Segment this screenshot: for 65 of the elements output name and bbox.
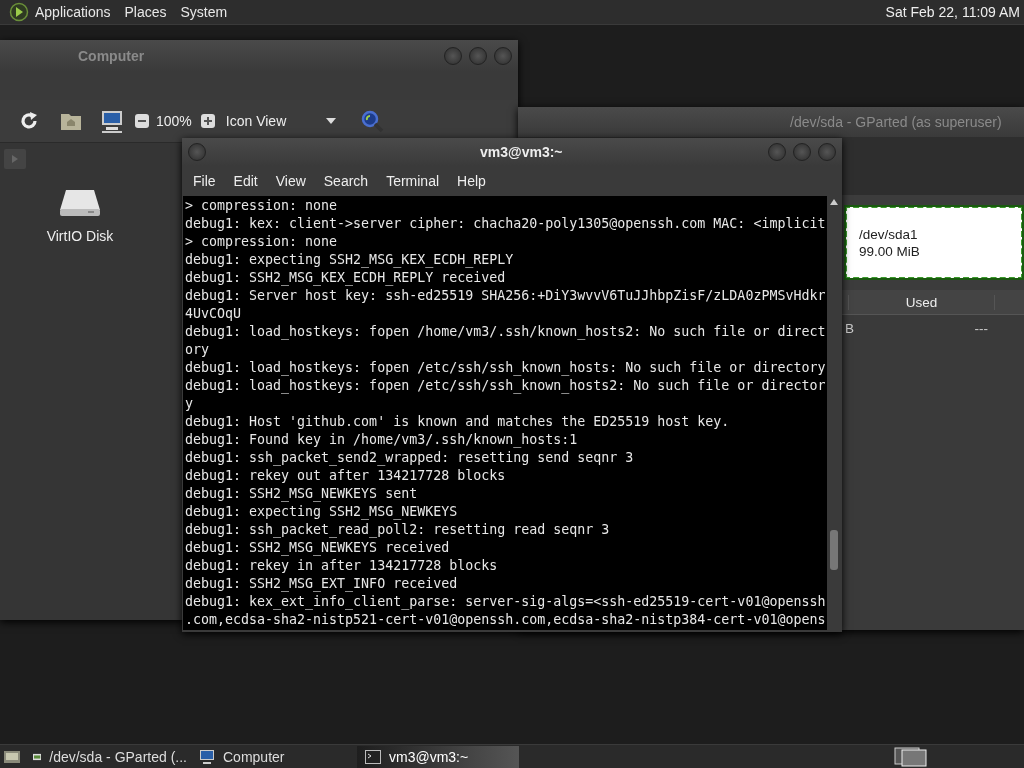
scrollbar-thumb[interactable] [830,530,838,570]
partition-size: 99.00 MiB [859,242,921,260]
logo-icon[interactable] [9,2,29,22]
terminal-line: > compression: none [185,197,339,215]
menu-item[interactable]: File [193,173,216,189]
scrollbar[interactable] [827,196,841,630]
terminal-line: debug1: Found key in /home/vm3/.ssh/known_hosts:1 [185,431,579,449]
terminal-line: debug1: SSH2_MSG_NEWKEYS sent [185,485,419,503]
panel-menu[interactable]: Places [124,4,167,20]
drive-label[interactable]: VirtIO Disk [46,228,114,244]
terminal-line: debug1: kex_ext_info_client_parse: server-sig-algs=<ssh-ed25519-cert-v01@openssh [185,593,827,611]
window-title: /dev/sda - GParted (as superuser) [790,114,1002,130]
terminal-line: debug1: rekey in after 134217728 blocks [185,557,499,575]
taskbar-item[interactable]: Computer [191,745,353,768]
partition-block[interactable]: /dev/sda1 99.00 MiB [844,205,1024,280]
terminal-line: debug1: SSH2_MSG_NEWKEYS received [185,539,451,557]
terminal-line: .com,ecdsa-sha2-nistp521-cert-v01@openssh.com,ecdsa-sha2-nistp384-cert-v01@opens [185,611,827,629]
terminal-line: debug1: Server host key: ssh-ed25519 SHA256:+DiY3wvvV6TuJJhbpZisF/zLDA0zPMSvHdkr [185,287,827,305]
window-title: Computer [78,48,145,64]
column-header[interactable]: Used [848,294,995,310]
zoom-out-icon[interactable] [134,113,150,129]
caret-icon[interactable] [325,118,336,124]
table-cell: --- [974,320,988,336]
up-arrow-icon[interactable] [830,199,838,205]
window-title: vm3@vm3:~ [480,144,563,160]
terminal-line: debug1: expecting SSH2_MSG_KEX_ECDH_REPLY [185,251,515,269]
terminal-line: debug1: expecting SSH2_MSG_NEWKEYS [185,503,459,521]
search-icon[interactable] [359,109,384,133]
view-dropdown[interactable]: Icon View [225,113,340,129]
menu-item[interactable]: Terminal [386,173,440,189]
panel-menu[interactable]: Applications [35,4,111,20]
terminal-line: debug1: ssh_packet_read_poll2: resetting read seqnr 3 [185,521,611,539]
terminal-line: debug1: load_hostkeys: fopen /home/vm3/.ssh/known_hosts2: No such file or direct [185,323,827,341]
terminal-line: debug1: rekey out after 134217728 blocks [185,467,507,485]
menu-item[interactable]: Help [457,173,486,189]
taskbar-item[interactable]: vm3@vm3:~ [357,745,519,768]
computer-icon[interactable] [100,109,124,133]
panel-menu[interactable]: System [180,4,228,20]
terminal-line: debug1: load_hostkeys: fopen /etc/ssh/ssh_known_hosts: No such file or directory [185,359,827,377]
terminal-line: debug1: kex: client->server cipher: chacha20-poly1305@openssh.com MAC: <implicit [185,215,827,233]
menu-item[interactable]: Edit [233,173,258,189]
terminal-line: debug1: SSH2_MSG_EXT_INFO received [185,575,459,593]
workspace-switcher-icon[interactable] [894,746,928,767]
zoom-level: 100% [156,113,192,129]
terminal-icon[interactable] [365,749,381,764]
partition-name: /dev/sda1 [859,225,919,243]
terminal-line: ory [185,341,211,359]
terminal-line: debug1: Host 'github.com' is known and matches the ED25519 host key. [185,413,731,431]
zoom-in-icon[interactable] [199,113,216,129]
side-pane-toggle[interactable] [4,149,26,169]
home-folder-icon[interactable] [60,111,82,131]
terminal-line: 4UvCOqU [185,305,243,323]
taskbar-item[interactable]: /dev/sda - GParted (... [25,745,187,768]
menu-item[interactable]: Search [323,173,369,189]
terminal-line: debug1: load_hostkeys: fopen /etc/ssh/ssh_known_hosts2: No such file or director [185,377,827,395]
drive-icon[interactable] [58,188,102,218]
table-cell: B [845,320,854,336]
clock[interactable]: Sat Feb 22, 11:09 AM [885,4,1020,20]
computer-icon[interactable] [199,748,215,765]
terminal-line: y [185,395,194,413]
show-desktop-icon[interactable] [3,748,21,765]
menu-item[interactable]: View [275,173,306,189]
terminal-line: debug1: ssh_packet_send2_wrapped: resetting send seqnr 3 [185,449,635,467]
terminal-line: > compression: none [185,233,339,251]
terminal-line: debug1: SSH2_MSG_KEX_ECDH_REPLY received [185,269,507,287]
